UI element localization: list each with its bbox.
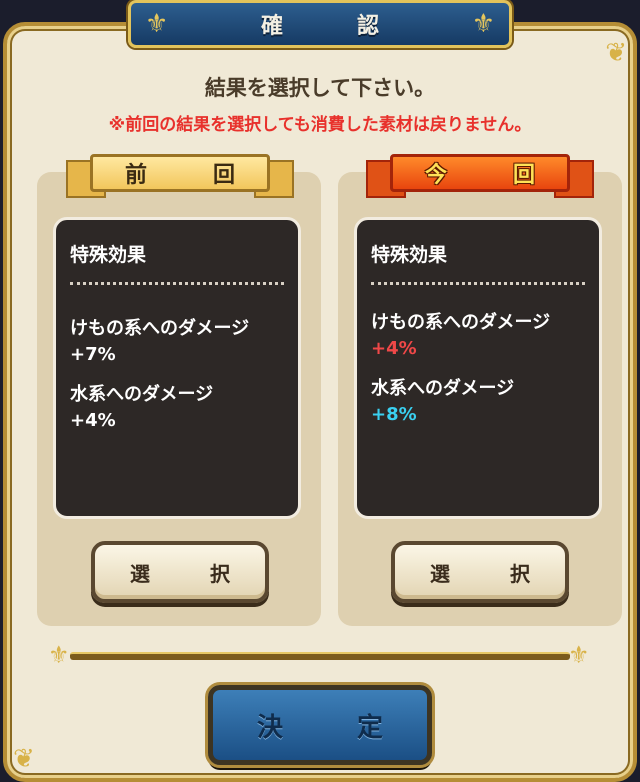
dialog-title: 確 認 <box>260 14 405 39</box>
fleur-de-lis-icon: ⚜ <box>145 9 169 39</box>
effect-name: けもの系へのダメージ <box>70 318 250 339</box>
select-previous-button[interactable]: 選 択 <box>91 541 269 603</box>
dotted-divider <box>70 282 284 285</box>
ribbon-body: 今 回 <box>390 154 570 192</box>
ornamental-divider <box>70 652 570 660</box>
effect-value: +4% <box>70 410 116 431</box>
effect-name: けもの系へのダメージ <box>371 312 551 333</box>
effects-heading: 特殊効果 <box>70 244 147 266</box>
select-current-button[interactable]: 選 択 <box>391 541 569 603</box>
effect-name: 水系へのダメージ <box>371 378 515 399</box>
dotted-divider <box>371 282 585 285</box>
effect-name: 水系へのダメージ <box>70 384 214 405</box>
ribbon-body: 前 回 <box>90 154 270 192</box>
instruction-text: 結果を選択して下さい。 <box>204 76 436 100</box>
confirm-button[interactable]: 決 定 <box>208 685 432 765</box>
current-ribbon-label: 今 回 <box>424 163 557 188</box>
corner-ornament-icon: ❦ <box>13 744 35 774</box>
effects-heading: 特殊効果 <box>371 244 448 266</box>
effect-value-increase: +8% <box>371 404 417 425</box>
previous-ribbon-label: 前 回 <box>124 163 257 188</box>
confirm-button-label: 決 定 <box>256 712 407 743</box>
previous-ribbon: 前 回 <box>66 150 294 198</box>
effect-value: +7% <box>70 344 116 365</box>
fleur-de-lis-icon: ⚜ <box>568 641 590 669</box>
select-button-label: 選 択 <box>430 561 550 586</box>
effect-value-decrease: +4% <box>371 338 417 359</box>
current-effects-card: 特殊効果 けもの系へのダメージ +4% 水系へのダメージ +8% <box>354 217 602 519</box>
fleur-de-lis-icon: ⚜ <box>48 641 70 669</box>
warning-text: ※前回の結果を選択しても消費した素材は戻りません。 <box>108 115 532 135</box>
current-ribbon: 今 回 <box>366 150 594 198</box>
corner-ornament-icon: ❦ <box>605 38 627 68</box>
select-button-label: 選 択 <box>130 561 250 586</box>
previous-effects-card: 特殊効果 けもの系へのダメージ +7% 水系へのダメージ +4% <box>53 217 301 519</box>
fleur-de-lis-icon: ⚜ <box>471 9 495 39</box>
title-banner: ⚜ 確 認 ⚜ <box>128 0 512 48</box>
